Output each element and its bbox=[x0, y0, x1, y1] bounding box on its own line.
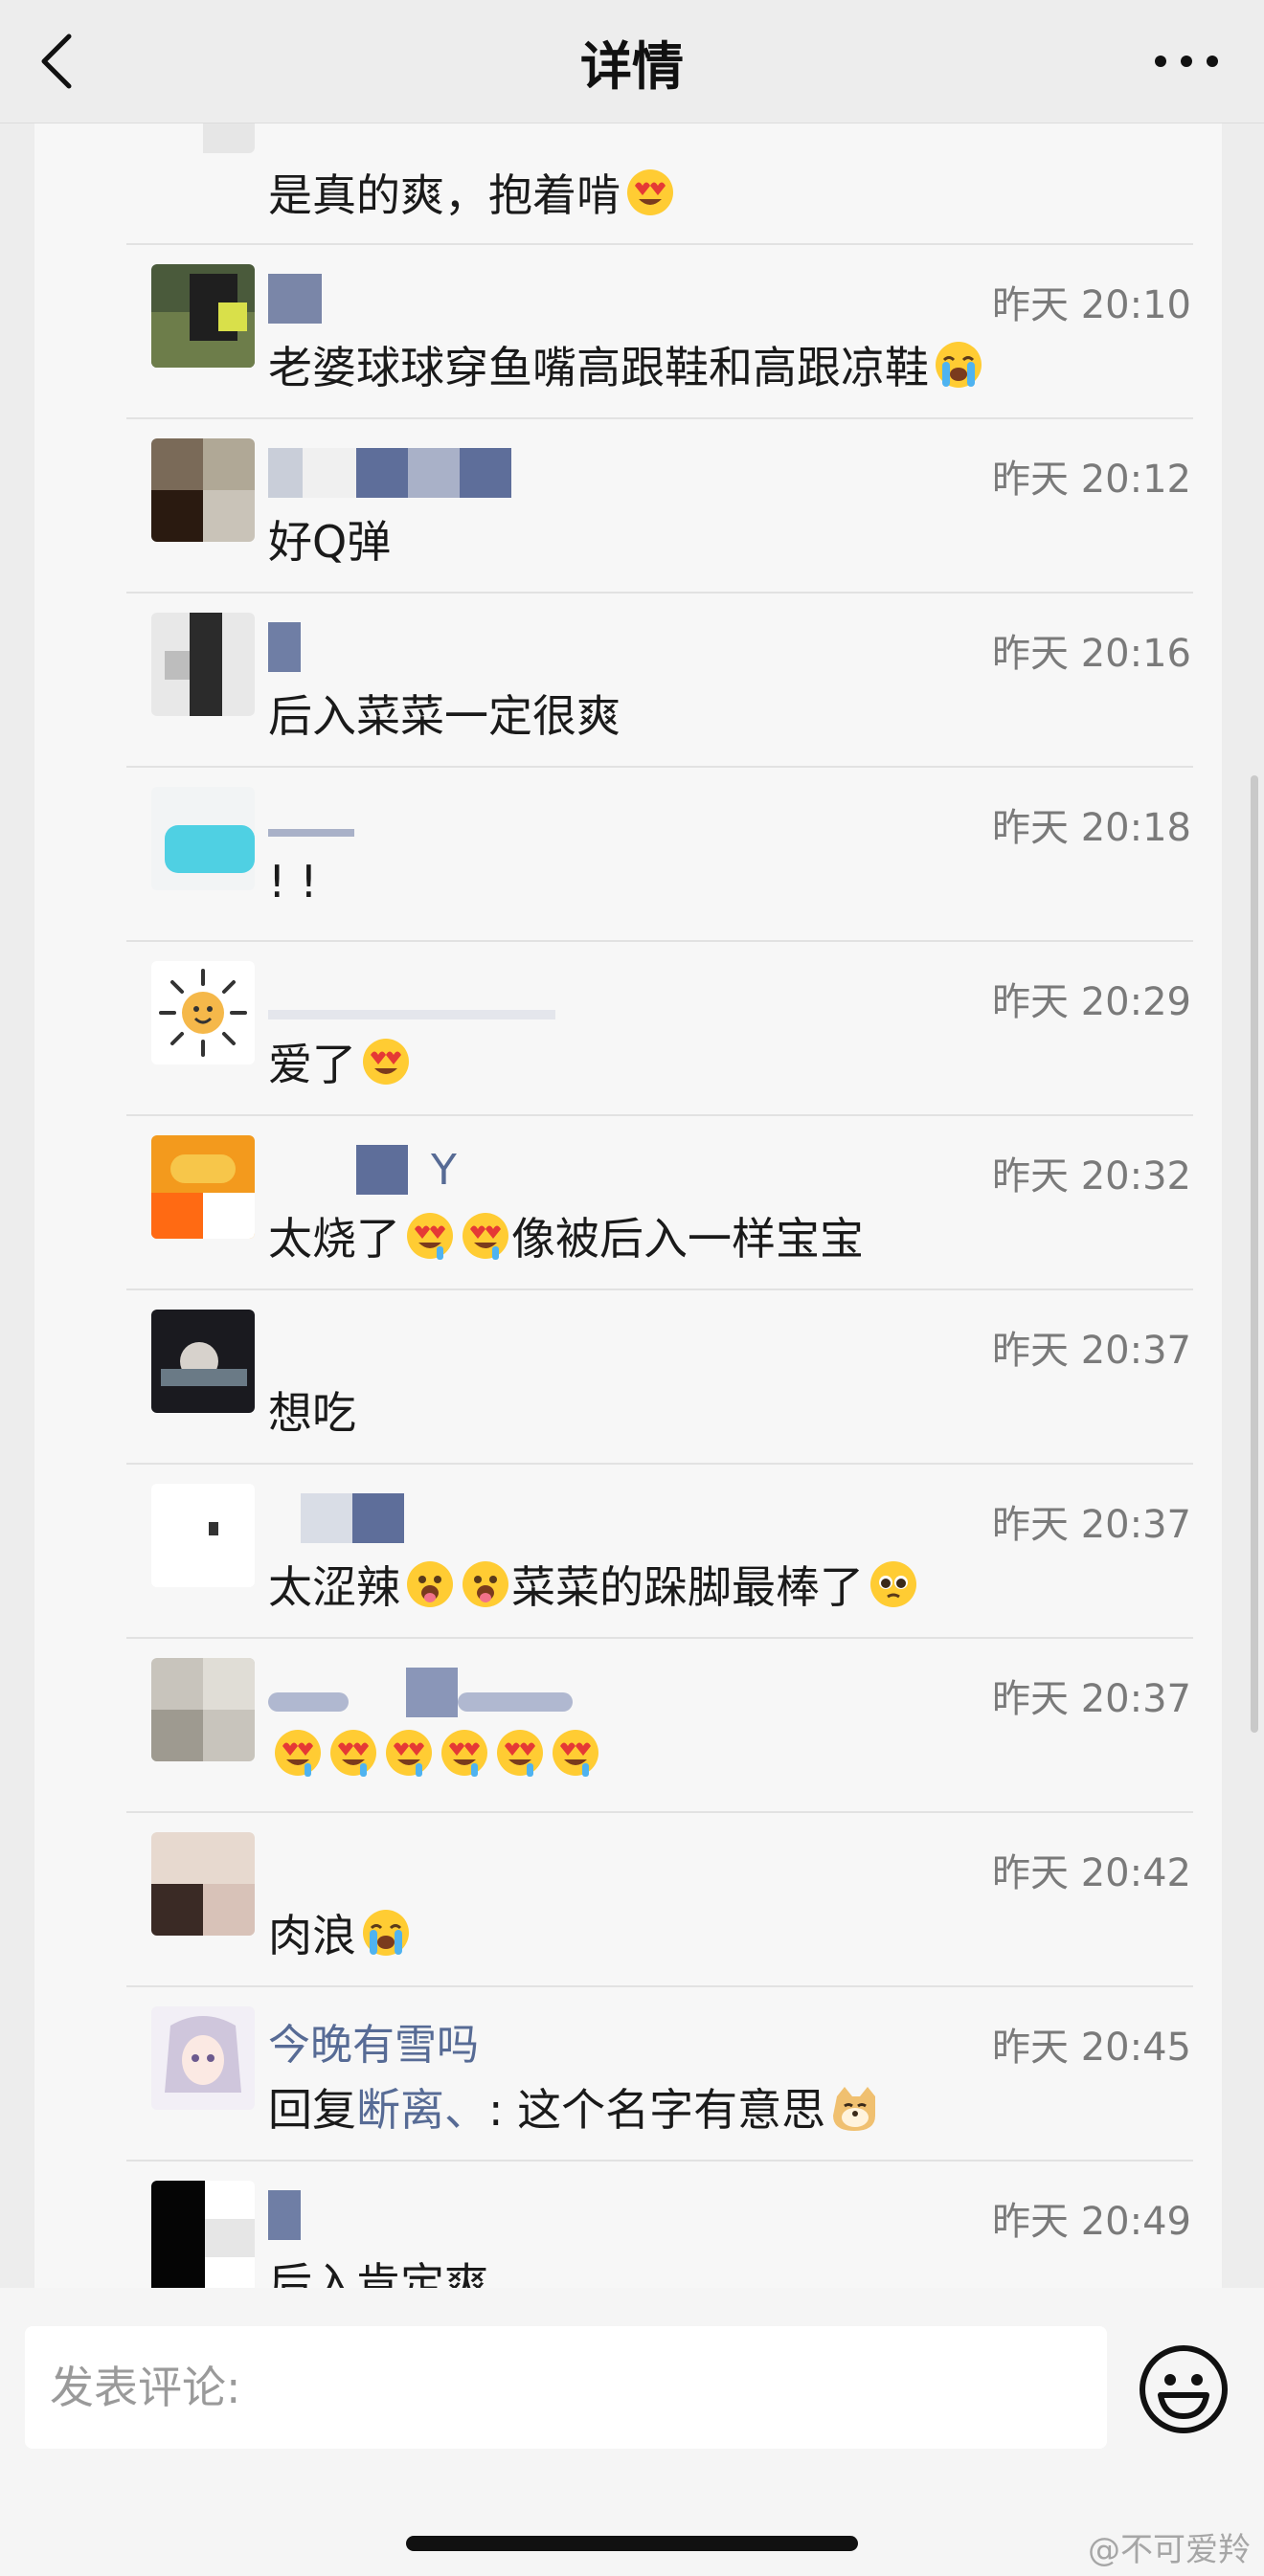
avatar[interactable] bbox=[151, 1484, 255, 1587]
drooling-heart-eyes-emoji-icon bbox=[494, 1727, 546, 1779]
tongue-emoji-icon bbox=[404, 1558, 456, 1610]
avatar[interactable] bbox=[151, 123, 255, 153]
comment-item[interactable]: 今晚有雪吗 昨天 20:45 回复 断离、 : 这个名字有意思 bbox=[34, 1987, 1222, 2162]
comment-time: 昨天 20:10 bbox=[992, 283, 1191, 327]
comment-time: 昨天 20:32 bbox=[992, 1154, 1191, 1198]
comment-text: 爱了 bbox=[268, 1030, 412, 1093]
avatar[interactable] bbox=[151, 2181, 255, 2288]
emoji-button[interactable] bbox=[1136, 2341, 1231, 2437]
watermark: @不可爱羚 bbox=[1088, 2531, 1251, 2569]
comment-text bbox=[268, 1727, 601, 1779]
comment-item[interactable]: 昨天 20:29 爱了 bbox=[34, 942, 1222, 1116]
username[interactable] bbox=[268, 618, 301, 676]
comment-item[interactable]: 昨天 20:12 好Q弹 bbox=[34, 419, 1222, 594]
username[interactable] bbox=[268, 1490, 404, 1547]
username[interactable] bbox=[268, 2186, 301, 2244]
heart-eyes-emoji-icon bbox=[360, 1036, 412, 1087]
comment-time: 昨天 20:29 bbox=[992, 980, 1191, 1024]
page-title: 详情 bbox=[580, 35, 684, 97]
avatar[interactable] bbox=[151, 264, 255, 368]
back-arrow-icon bbox=[41, 34, 72, 89]
username[interactable] bbox=[268, 270, 322, 327]
comment-item[interactable]: 昨天 20:10 老婆球球穿鱼嘴高跟鞋和高跟凉鞋 bbox=[34, 245, 1222, 419]
pleading-emoji-icon bbox=[868, 1558, 919, 1610]
avatar[interactable] bbox=[151, 1310, 255, 1413]
comment-text: 想吃 bbox=[268, 1387, 356, 1439]
username[interactable] bbox=[268, 444, 511, 502]
drooling-heart-eyes-emoji-icon bbox=[404, 1210, 456, 1262]
comment-time: 昨天 20:12 bbox=[992, 458, 1191, 502]
drooling-heart-eyes-emoji-icon bbox=[327, 1727, 379, 1779]
more-button[interactable] bbox=[1143, 23, 1230, 100]
top-nav-bar: 详情 bbox=[0, 0, 1264, 123]
crying-emoji-icon bbox=[360, 1907, 412, 1959]
home-indicator[interactable] bbox=[406, 2536, 858, 2551]
drooling-heart-eyes-emoji-icon bbox=[383, 1727, 435, 1779]
avatar[interactable] bbox=[151, 1135, 255, 1239]
comment-text: 好Q弹 bbox=[268, 516, 392, 568]
comment-text: 太涩辣 菜菜的跺脚最棒了 bbox=[268, 1553, 919, 1616]
username[interactable] bbox=[268, 793, 354, 850]
doge-emoji-icon bbox=[829, 2081, 881, 2133]
drooling-heart-eyes-emoji-icon bbox=[550, 1727, 601, 1779]
comment-time: 昨天 20:18 bbox=[992, 806, 1191, 850]
heart-eyes-emoji-icon bbox=[624, 167, 676, 218]
comment-time: 昨天 20:45 bbox=[992, 2026, 1191, 2070]
crying-emoji-icon bbox=[933, 339, 984, 391]
comment-input-bar bbox=[0, 2288, 1264, 2576]
comment-item[interactable]: 昨天 20:37 bbox=[34, 1639, 1222, 1813]
avatar[interactable] bbox=[151, 1658, 255, 1761]
comment-text: 后入菜菜一定很爽 bbox=[268, 690, 621, 742]
username[interactable]: 今晚有雪吗 bbox=[268, 2012, 479, 2070]
comment-item[interactable]: Y 昨天 20:32 太烧了 像被后入一样宝宝 bbox=[34, 1116, 1222, 1290]
username[interactable] bbox=[268, 967, 555, 1024]
back-button[interactable] bbox=[38, 23, 115, 100]
comment-time: 昨天 20:37 bbox=[992, 1503, 1191, 1547]
comment-item[interactable]: 昨天 20:37 太涩辣 菜菜的跺脚最棒了 bbox=[34, 1465, 1222, 1639]
comment-input-box[interactable] bbox=[25, 2326, 1107, 2449]
comment-text: 肉浪 bbox=[268, 1901, 412, 1964]
comment-text: 太烧了 像被后入一样宝宝 bbox=[268, 1204, 864, 1267]
comment-time: 昨天 20:49 bbox=[992, 2200, 1191, 2244]
comment-item[interactable]: 昨天 20:16 后入菜菜一定很爽 bbox=[34, 594, 1222, 768]
comment-item[interactable]: 昨天 20:37 想吃 bbox=[34, 1290, 1222, 1465]
avatar[interactable] bbox=[151, 1832, 255, 1936]
username[interactable]: Y bbox=[268, 1141, 457, 1198]
avatar[interactable] bbox=[151, 2006, 255, 2110]
comment-input[interactable] bbox=[48, 2361, 1067, 2414]
comment-list[interactable]: 是真的爽，抱着啃 昨天 20:10 老婆球球穿鱼嘴高跟鞋和高跟凉鞋 昨天 20:… bbox=[34, 123, 1222, 2288]
comment-time: 昨天 20:37 bbox=[992, 1329, 1191, 1373]
username[interactable] bbox=[268, 1664, 573, 1721]
comment-item[interactable]: 昨天 20:18 ! ! bbox=[34, 768, 1222, 942]
drooling-heart-eyes-emoji-icon bbox=[272, 1727, 324, 1779]
comment-text: 后入肯定爽 bbox=[268, 2258, 488, 2288]
tongue-emoji-icon bbox=[460, 1558, 511, 1610]
drooling-heart-eyes-emoji-icon bbox=[460, 1210, 511, 1262]
comment-text: ! ! bbox=[268, 856, 318, 907]
comment-text: 老婆球球穿鱼嘴高跟鞋和高跟凉鞋 bbox=[268, 333, 984, 396]
comment-time: 昨天 20:42 bbox=[992, 1851, 1191, 1895]
comment-item[interactable]: 昨天 20:49 后入肯定爽 bbox=[34, 2162, 1222, 2288]
comment-text: 是真的爽，抱着啃 bbox=[268, 161, 676, 224]
comment-text: 回复 断离、 : 这个名字有意思 bbox=[268, 2075, 881, 2139]
drooling-heart-eyes-emoji-icon bbox=[439, 1727, 490, 1779]
emoji-face-icon bbox=[1140, 2345, 1228, 2433]
comment-time: 昨天 20:16 bbox=[992, 632, 1191, 676]
comment-time: 昨天 20:37 bbox=[992, 1677, 1191, 1721]
scrollbar[interactable] bbox=[1251, 775, 1258, 1733]
more-icon bbox=[1155, 56, 1218, 67]
avatar[interactable] bbox=[151, 613, 255, 716]
avatar[interactable] bbox=[151, 787, 255, 890]
reply-to-username[interactable]: 断离、 bbox=[356, 2075, 488, 2139]
avatar[interactable] bbox=[151, 438, 255, 542]
comment-item[interactable]: 昨天 20:42 肉浪 bbox=[34, 1813, 1222, 1987]
avatar[interactable] bbox=[151, 961, 255, 1064]
comment-item[interactable]: 是真的爽，抱着啃 bbox=[34, 123, 1222, 245]
